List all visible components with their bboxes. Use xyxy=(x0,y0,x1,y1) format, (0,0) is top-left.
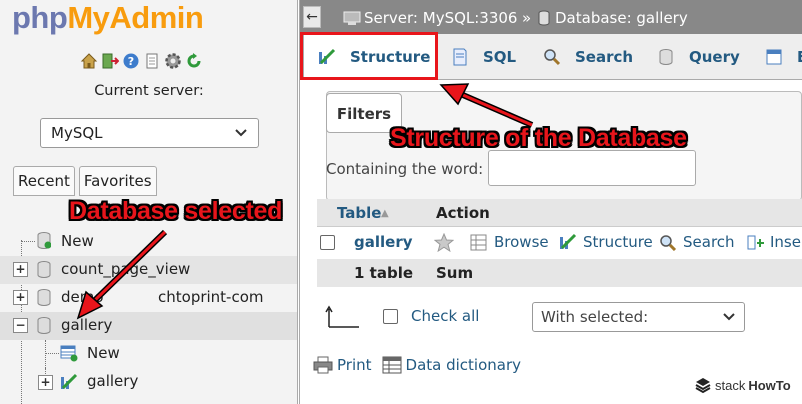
watermark-stack: stack xyxy=(715,377,746,393)
stackhowto-logo-icon xyxy=(695,378,711,394)
stackhowto-watermark: stack HowTo xyxy=(694,376,791,394)
database-selected-arrow xyxy=(76,229,168,320)
structure-arrow xyxy=(439,83,534,128)
annotation-structure-text: Structure of the Database xyxy=(390,124,687,152)
watermark-howto: HowTo xyxy=(748,377,791,393)
annotation-database-selected-text: Database selected xyxy=(69,197,283,225)
